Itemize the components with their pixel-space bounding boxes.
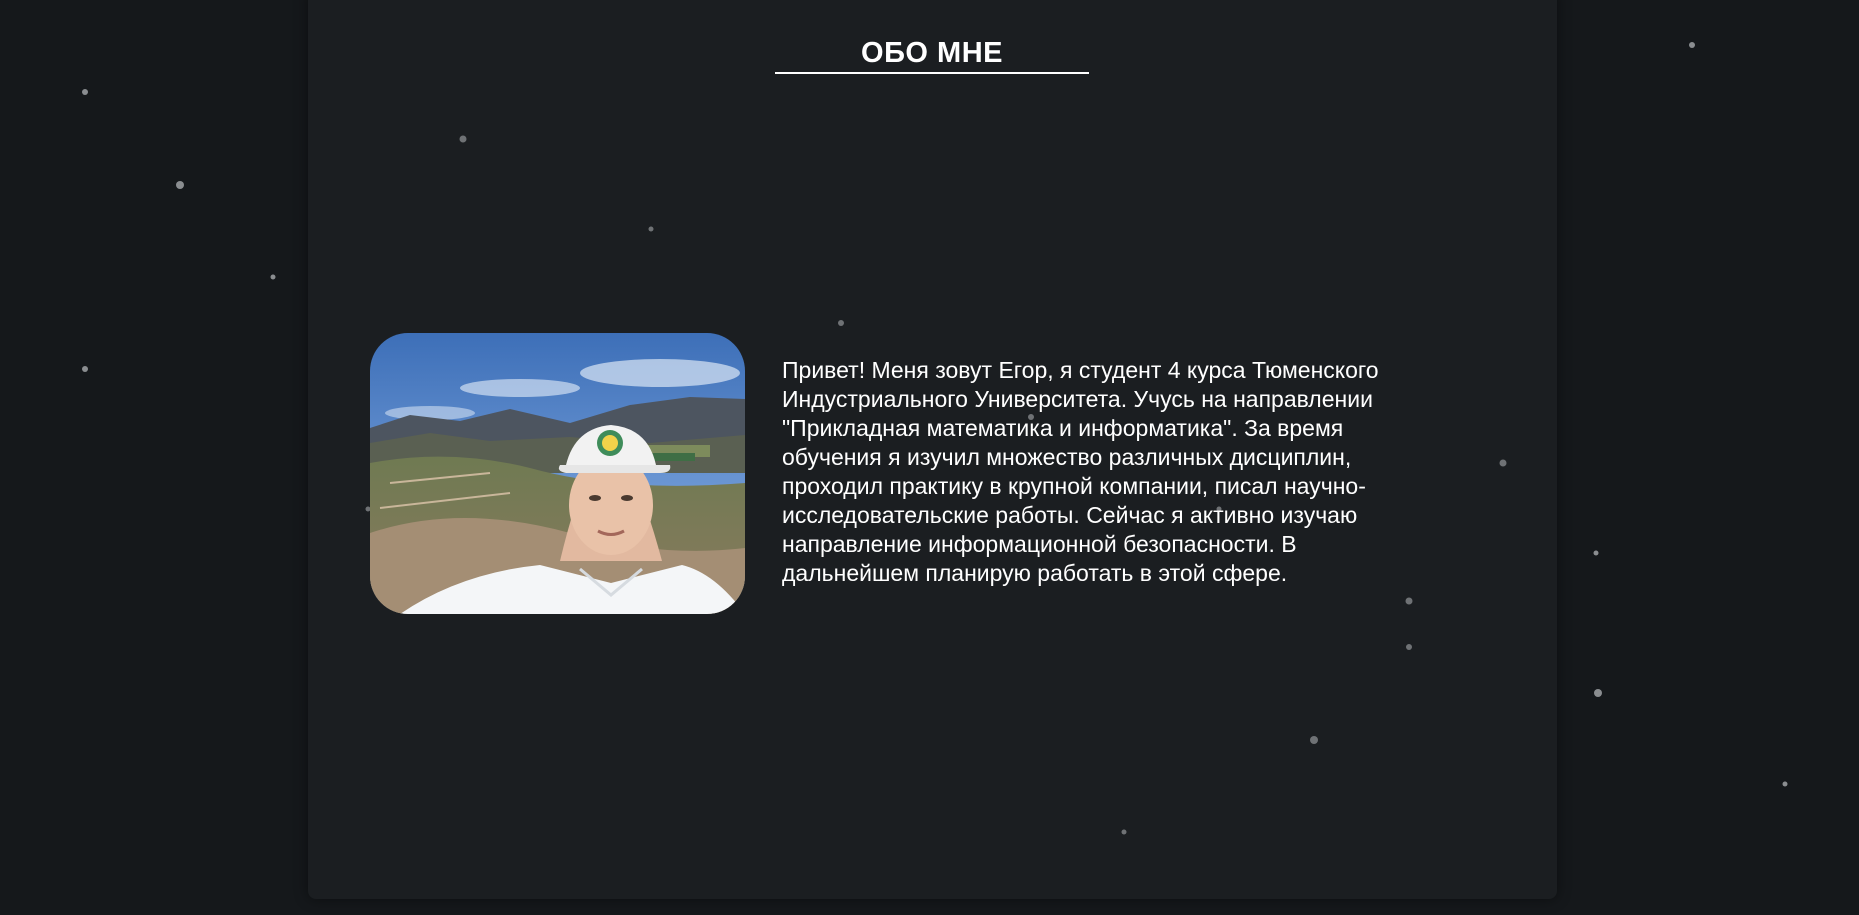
about-text: Привет! Меня зовут Егор, я студент 4 кур…	[782, 357, 1379, 586]
star	[1689, 42, 1695, 48]
star	[270, 274, 276, 280]
star	[176, 181, 184, 189]
page: ОБО МНЕ Привет! Меня зовут Егор, я студе…	[0, 0, 1859, 915]
star	[82, 89, 88, 95]
section-title: ОБО МНЕ	[861, 37, 1003, 69]
profile-photo	[370, 333, 745, 614]
star	[1593, 550, 1599, 556]
star	[82, 366, 88, 372]
star	[1782, 781, 1788, 787]
section-title-underline	[775, 72, 1089, 74]
profile-photo-image	[370, 333, 745, 614]
section-header: ОБО МНЕ	[775, 36, 1089, 74]
star	[1594, 689, 1602, 697]
